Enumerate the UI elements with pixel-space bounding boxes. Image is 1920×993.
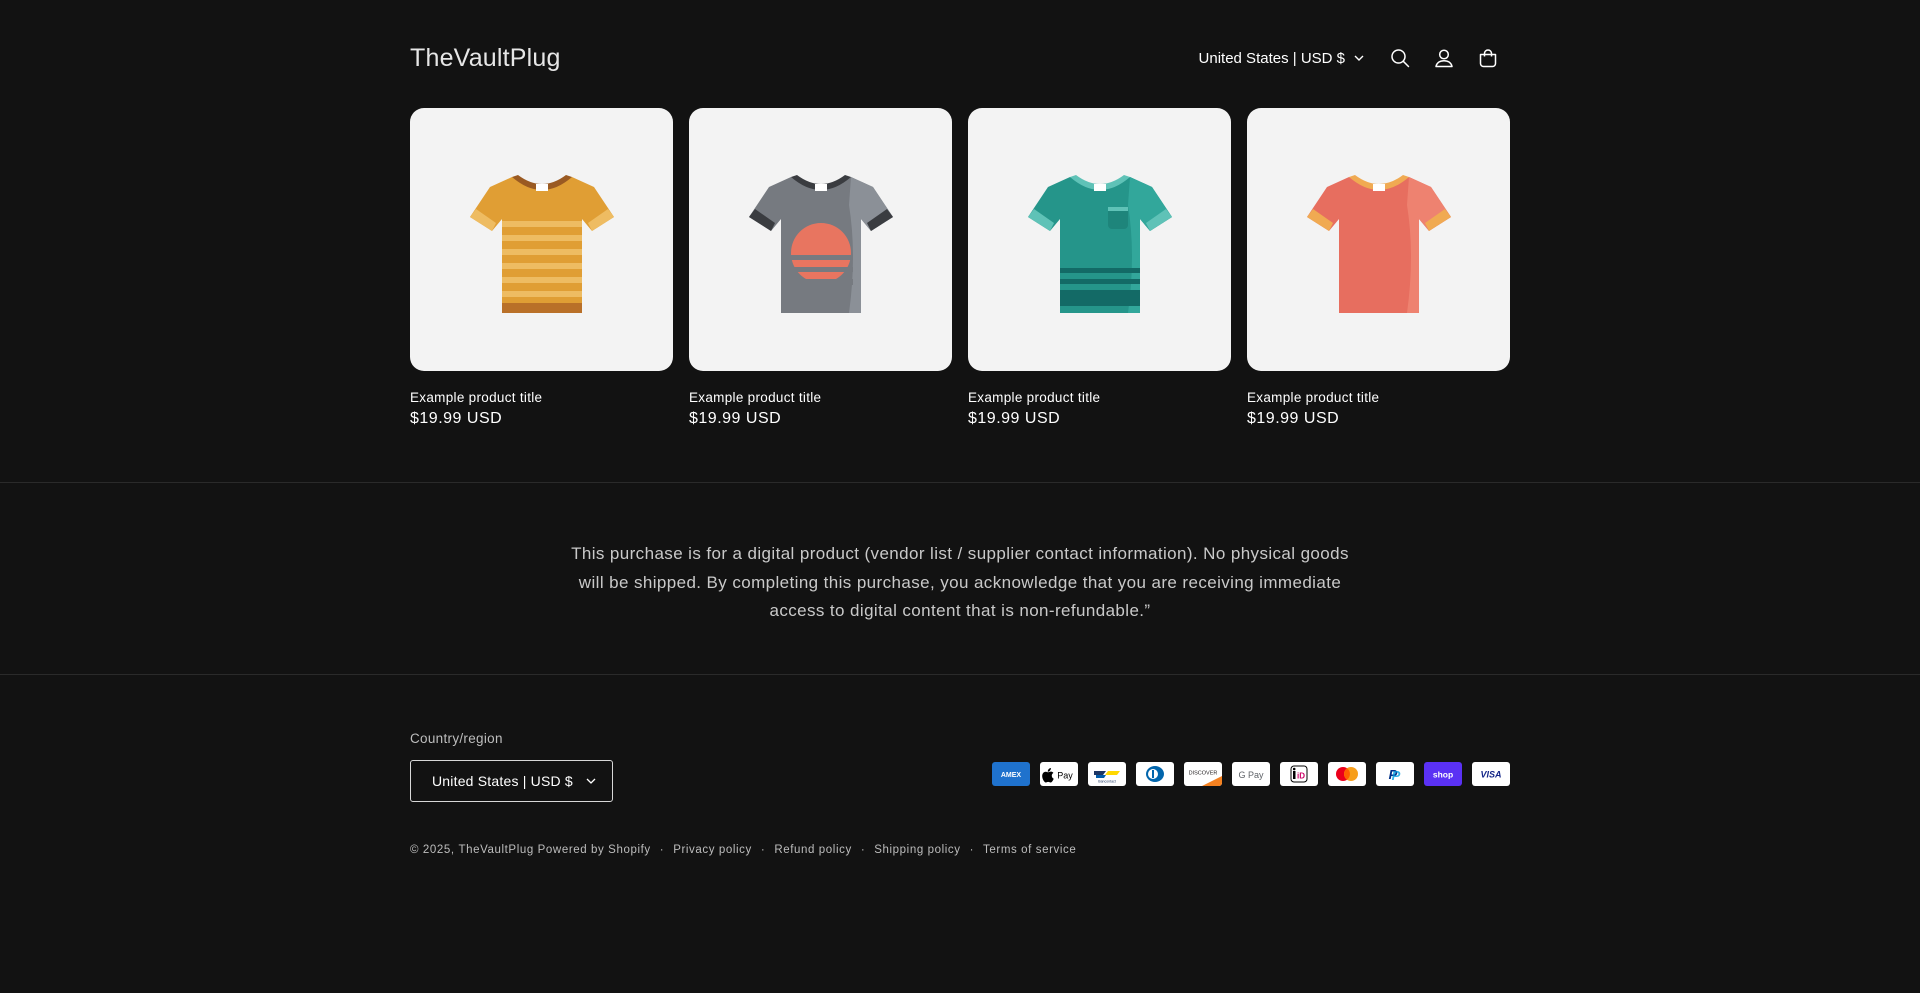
separator: · bbox=[659, 844, 665, 856]
localization-selector[interactable]: United States | USD $ bbox=[1199, 50, 1364, 67]
separator: · bbox=[760, 844, 766, 856]
product-price: $19.99 USD bbox=[968, 410, 1061, 427]
bancontact-icon: Bancontact bbox=[1088, 762, 1126, 786]
payment-icons: AMEX Pay Bancontact DISCOVER G Pay iD PP… bbox=[992, 762, 1510, 786]
shop-pay-label: shop bbox=[1433, 770, 1453, 780]
section-divider bbox=[0, 482, 1920, 483]
mastercard-icon bbox=[1328, 762, 1366, 786]
paypal-label-overlay: P bbox=[1392, 768, 1401, 783]
ideal-label: iD bbox=[1297, 772, 1305, 781]
digital-product-notice: This purchase is for a digital product (… bbox=[571, 544, 1349, 620]
refund-policy-link[interactable]: Refund policy bbox=[774, 844, 851, 856]
cart-icon[interactable] bbox=[1466, 36, 1510, 80]
header-actions: United States | USD $ bbox=[1199, 36, 1510, 80]
terms-of-service-link[interactable]: Terms of service bbox=[983, 844, 1076, 856]
bancontact-label: Bancontact bbox=[1098, 780, 1116, 784]
chevron-down-icon bbox=[586, 778, 596, 784]
google-pay-label: G Pay bbox=[1238, 770, 1264, 780]
search-icon[interactable] bbox=[1378, 36, 1422, 80]
product-image bbox=[1247, 108, 1510, 371]
powered-by-shopify-link[interactable]: Powered by Shopify bbox=[538, 844, 651, 856]
shop-pay-icon: shop bbox=[1424, 762, 1462, 786]
shipping-policy-link[interactable]: Shipping policy bbox=[874, 844, 960, 856]
discover-label: DISCOVER bbox=[1189, 771, 1218, 777]
amex-label: AMEX bbox=[1001, 772, 1022, 779]
chevron-down-icon bbox=[1354, 55, 1364, 61]
product-card[interactable]: Example product title $19.99 USD bbox=[1247, 108, 1510, 428]
product-title[interactable]: Example product title bbox=[410, 390, 673, 405]
product-title[interactable]: Example product title bbox=[1247, 390, 1510, 405]
product-price: $19.99 USD bbox=[689, 410, 782, 427]
privacy-policy-link[interactable]: Privacy policy bbox=[673, 844, 752, 856]
product-card[interactable]: Example product title $19.99 USD bbox=[968, 108, 1231, 428]
store-link[interactable]: TheVaultPlug bbox=[458, 844, 533, 856]
product-image bbox=[968, 108, 1231, 371]
separator: · bbox=[969, 844, 975, 856]
paypal-icon: PP bbox=[1376, 762, 1414, 786]
product-price: $19.99 USD bbox=[1247, 410, 1340, 427]
product-price: $19.99 USD bbox=[410, 410, 503, 427]
header: TheVaultPlug United States | USD $ bbox=[410, 38, 1510, 78]
account-icon[interactable] bbox=[1422, 36, 1466, 80]
footer-divider bbox=[0, 674, 1920, 675]
visa-label: VISA bbox=[1480, 770, 1501, 780]
diners-club-icon bbox=[1136, 762, 1174, 786]
visa-icon: VISA bbox=[1472, 762, 1510, 786]
country-region-label: Country/region bbox=[410, 731, 503, 746]
product-card[interactable]: Example product title $19.99 USD bbox=[689, 108, 952, 428]
discover-icon: DISCOVER bbox=[1184, 762, 1222, 786]
product-title[interactable]: Example product title bbox=[689, 390, 952, 405]
ideal-icon: iD bbox=[1280, 762, 1318, 786]
product-image bbox=[689, 108, 952, 371]
product-grid: Example product title $19.99 USD Example… bbox=[410, 108, 1510, 428]
apple-pay-icon: Pay bbox=[1040, 762, 1078, 786]
copyright-text: © 2025, bbox=[410, 844, 455, 856]
product-title[interactable]: Example product title bbox=[968, 390, 1231, 405]
apple-pay-label: Pay bbox=[1057, 771, 1073, 781]
product-image bbox=[410, 108, 673, 371]
localization-label: United States | USD $ bbox=[1198, 49, 1345, 67]
google-pay-icon: G Pay bbox=[1232, 762, 1270, 786]
separator: · bbox=[860, 844, 866, 856]
country-region-value: United States | USD $ bbox=[432, 773, 573, 789]
amex-icon: AMEX bbox=[992, 762, 1030, 786]
product-card[interactable]: Example product title $19.99 USD bbox=[410, 108, 673, 428]
footer-legal: © 2025, TheVaultPlug Powered by Shopify … bbox=[410, 844, 1076, 856]
country-region-select[interactable]: United States | USD $ bbox=[410, 760, 613, 802]
store-logo[interactable]: TheVaultPlug bbox=[410, 44, 561, 73]
